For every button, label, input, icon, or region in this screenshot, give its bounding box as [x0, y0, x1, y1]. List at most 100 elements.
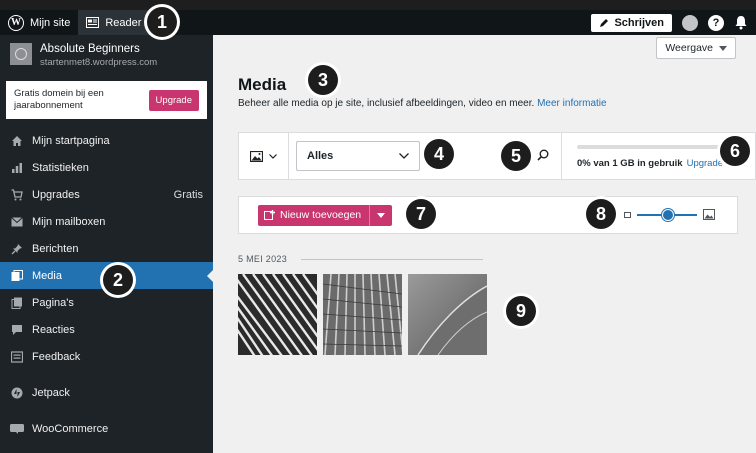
stats-icon: [10, 161, 24, 175]
callout-badge-3: 3: [308, 65, 338, 95]
filter-select[interactable]: Alles: [296, 141, 420, 171]
sidebar-item-label: Mijn startpagina: [32, 134, 110, 147]
sidebar: Absolute Beginners startenmet8.wordpress…: [0, 35, 213, 453]
page-title: Media: [238, 75, 287, 94]
media-thumbnail[interactable]: [238, 274, 317, 355]
help-icon[interactable]: ?: [708, 14, 724, 31]
reader-button[interactable]: Reader: [78, 10, 150, 35]
cart-icon: [10, 188, 24, 202]
main-content: Weergave Media Beheer alle media op je s…: [213, 35, 756, 453]
add-new-label: Nieuw toevoegen: [280, 209, 362, 221]
media-type-button[interactable]: [239, 133, 289, 179]
chevron-down-icon: [377, 212, 386, 218]
chevron-down-icon: [399, 153, 409, 159]
storage-upgrade-link[interactable]: Upgrade: [687, 158, 723, 169]
sidebar-item-label: Upgrades: [32, 188, 80, 201]
sidebar-item-upgrades[interactable]: Upgrades Gratis: [0, 181, 213, 208]
site-name: Absolute Beginners: [40, 43, 140, 55]
sidebar-spacer: [0, 406, 213, 415]
search-icon[interactable]: [537, 149, 549, 161]
add-new-main[interactable]: Nieuw toevoegen: [258, 204, 371, 226]
page-subtitle: Beheer alle media op je site, inclusief …: [238, 98, 607, 109]
masterbar: W Mijn site Reader Schrijven ?: [0, 10, 756, 35]
sidebar-item-posts[interactable]: Berichten: [0, 235, 213, 262]
callout-badge-4: 4: [424, 139, 454, 169]
sidebar-item-label: Pagina's: [32, 296, 74, 309]
sidebar-item-label: Statistieken: [32, 161, 89, 174]
site-url: startenmet8.wordpress.com: [40, 57, 158, 68]
callout-badge-9: 9: [506, 296, 536, 326]
sidebar-item-home[interactable]: Mijn startpagina: [0, 127, 213, 154]
pen-icon: [600, 18, 609, 27]
add-new-button[interactable]: Nieuw toevoegen: [258, 204, 393, 226]
sidebar-item-mailboxes[interactable]: Mijn mailboxen: [0, 208, 213, 235]
media-action-bar: Nieuw toevoegen: [238, 196, 738, 234]
pin-icon: [10, 242, 24, 256]
site-icon: [10, 43, 32, 65]
thumbnail-size-slider[interactable]: [624, 208, 715, 221]
jetpack-icon: [10, 386, 24, 400]
write-label: Schrijven: [614, 16, 664, 29]
home-icon: [10, 134, 24, 148]
storage-bar: [577, 145, 737, 149]
sidebar-item-label: Berichten: [32, 242, 79, 255]
sidebar-item-label: Feedback: [32, 350, 81, 363]
comment-icon: [10, 323, 24, 337]
sidebar-item-comments[interactable]: Reacties: [0, 316, 213, 343]
reader-icon: [86, 17, 100, 28]
reader-label: Reader: [105, 16, 142, 29]
date-divider: [301, 259, 483, 260]
storage-used-label: 0% van 1 GB in gebruik: [577, 158, 683, 169]
sidebar-item-label: WooCommerce: [32, 422, 109, 435]
avatar[interactable]: [682, 14, 698, 31]
promo-upgrade-button[interactable]: Upgrade: [148, 89, 199, 111]
media-filter-bar: Alles 0% van 1 GB in gebruik Upgrade: [238, 132, 756, 180]
slider-track[interactable]: [637, 208, 697, 221]
media-icon: [10, 269, 24, 283]
slider-handle[interactable]: [662, 208, 674, 221]
my-site-label: Mijn site: [30, 16, 71, 29]
feedback-icon: [10, 350, 24, 364]
date-group-label: 5 MEI 2023: [238, 254, 288, 264]
media-thumbnail[interactable]: [323, 274, 402, 355]
sidebar-item-label: Reacties: [32, 323, 75, 336]
sidebar-spacer: [0, 370, 213, 379]
callout-badge-7: 7: [406, 199, 436, 229]
sidebar-item-feedback[interactable]: Feedback: [0, 343, 213, 370]
view-dropdown[interactable]: Weergave: [656, 37, 736, 59]
sidebar-item-label: Jetpack: [32, 386, 70, 399]
callout-badge-2: 2: [103, 265, 133, 295]
sidebar-item-label: Mijn mailboxen: [32, 215, 106, 228]
wordpress-logo-icon: W: [8, 14, 24, 31]
add-media-icon: [264, 209, 275, 220]
large-image-icon: [703, 209, 715, 220]
domain-promo: Gratis domein bij een jaarabonnement Upg…: [6, 81, 207, 119]
write-button[interactable]: Schrijven: [591, 13, 672, 32]
sidebar-item-label: Media: [32, 269, 62, 282]
chevron-down-icon: [719, 45, 727, 51]
chevron-down-icon: [269, 153, 277, 159]
sidebar-item-stats[interactable]: Statistieken: [0, 154, 213, 181]
site-switcher[interactable]: Absolute Beginners startenmet8.wordpress…: [0, 35, 213, 77]
callout-badge-5: 5: [501, 141, 531, 171]
upgrades-plan-label: Gratis: [173, 188, 203, 201]
add-new-dropdown[interactable]: [370, 205, 392, 226]
filter-select-value: Alles: [307, 150, 334, 162]
pages-icon: [10, 296, 24, 310]
media-thumbnail[interactable]: [408, 274, 487, 355]
sidebar-item-woocommerce[interactable]: WooCommerce: [0, 415, 213, 442]
more-info-link[interactable]: Meer informatie: [537, 98, 606, 109]
view-dropdown-label: Weergave: [665, 42, 713, 54]
notifications-bell-icon[interactable]: [734, 15, 748, 30]
callout-badge-8: 8: [586, 199, 616, 229]
woo-icon: [10, 422, 24, 436]
my-site-button[interactable]: W Mijn site: [0, 10, 78, 35]
mail-icon: [10, 215, 24, 229]
sidebar-item-pages[interactable]: Pagina's: [0, 289, 213, 316]
callout-badge-1: 1: [147, 7, 177, 37]
small-image-icon: [624, 211, 631, 218]
promo-text: Gratis domein bij een jaarabonnement: [14, 88, 104, 111]
sidebar-item-jetpack[interactable]: Jetpack: [0, 379, 213, 406]
callout-badge-6: 6: [720, 136, 750, 166]
subtitle-text: Beheer alle media op je site, inclusief …: [238, 98, 535, 109]
